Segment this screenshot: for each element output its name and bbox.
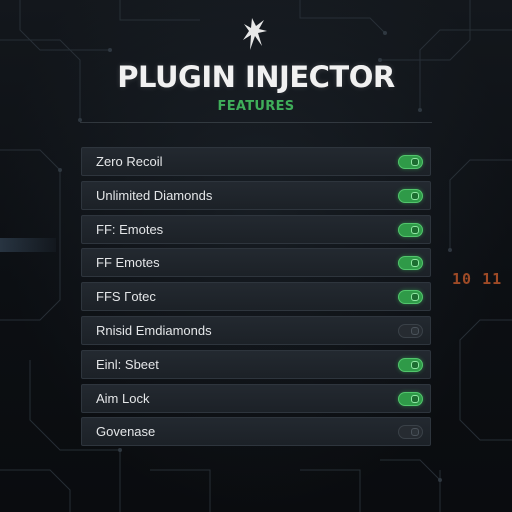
feature-row-ff-emotes-1[interactable]: FF: Emotes	[81, 214, 431, 244]
feature-toggle[interactable]	[398, 391, 423, 406]
toggle-knob	[411, 259, 419, 268]
feature-row-aim-lock[interactable]: Aim Lock	[81, 383, 431, 413]
side-light-strip	[0, 238, 56, 252]
feature-row-rnisid-emdiamonds[interactable]: Rnisid Emdiamonds	[81, 315, 431, 345]
feature-row-unlimited-diamonds[interactable]: Unlimited Diamonds	[81, 180, 431, 210]
feature-toggle[interactable]	[398, 425, 423, 440]
feature-label: FF: Emotes	[96, 221, 164, 237]
feature-label: Rnisid Emdiamonds	[96, 322, 212, 338]
feature-toggle[interactable]	[398, 323, 423, 338]
feature-row-ff-emotes-2[interactable]: FF Emotes	[81, 248, 431, 278]
bird-icon	[243, 18, 267, 50]
feature-toggle[interactable]	[398, 256, 423, 271]
feature-toggle[interactable]	[398, 188, 423, 203]
feature-label: FF Emotes	[96, 255, 160, 271]
toggle-knob	[411, 293, 419, 302]
plugin-injector-screen: 10 11 PLUGIN INJECTOR FEATURES Zero Reco…	[0, 0, 512, 512]
feature-row-ffs-protec[interactable]: FFS Γotec	[81, 282, 431, 312]
toggle-knob	[411, 326, 419, 335]
feature-label: FFS Γotec	[96, 289, 156, 305]
feature-label: Zero Recoil	[96, 154, 163, 169]
feature-label: Govenase	[96, 424, 156, 440]
feature-row-einl-sbeet[interactable]: Einl: Sbeet	[81, 349, 431, 379]
feature-toggle[interactable]	[398, 290, 423, 305]
feature-list: Zero Recoil Unlimited Diamonds FF: Emote…	[81, 147, 431, 451]
app-title: PLUGIN INJECTOR	[117, 60, 395, 94]
toggle-knob	[411, 428, 419, 437]
feature-label: Einl: Sbeet	[96, 356, 159, 372]
feature-row-govenase[interactable]: Govenase	[81, 417, 431, 447]
header-divider	[80, 122, 432, 123]
toggle-knob	[411, 225, 419, 234]
feature-row-zero-recoil[interactable]: Zero Recoil	[81, 147, 431, 176]
toggle-knob	[411, 394, 419, 403]
feature-label: Unlimited Diamonds	[96, 187, 213, 203]
toggle-knob	[411, 158, 419, 166]
toggle-knob	[411, 360, 419, 369]
feature-toggle[interactable]	[398, 222, 423, 237]
feature-toggle[interactable]	[398, 155, 423, 169]
feature-toggle[interactable]	[398, 357, 423, 372]
features-heading: FEATURES	[217, 99, 295, 114]
toggle-knob	[411, 191, 419, 200]
feature-label: Aim Lock	[96, 390, 150, 406]
side-code-text: 10 11	[452, 270, 503, 288]
